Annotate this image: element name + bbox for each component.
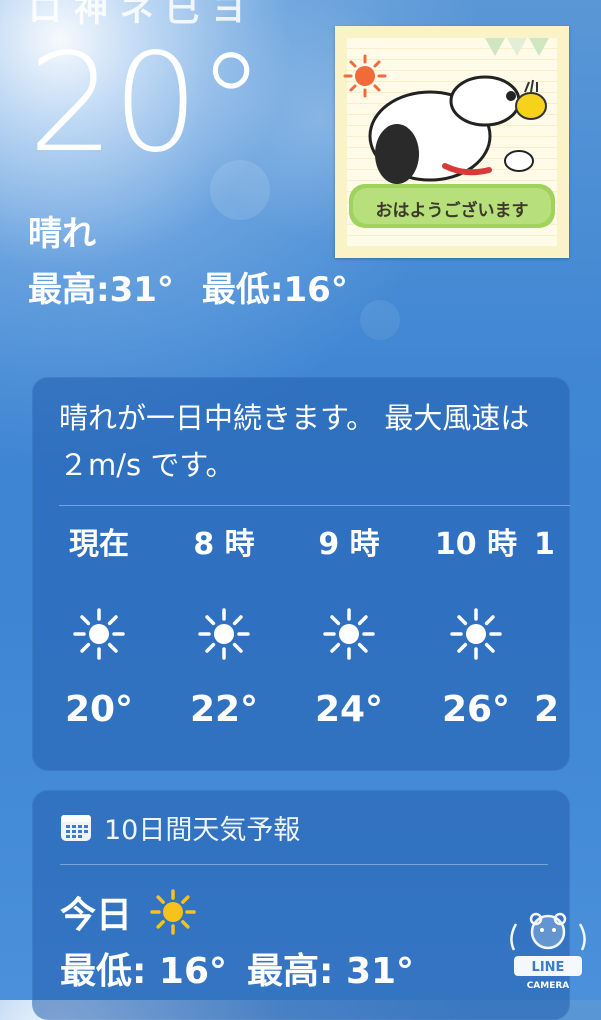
today-low: 最低: 16° <box>60 951 228 992</box>
sticker-greeting: おはようございます <box>375 201 529 221</box>
card-divider <box>59 505 570 506</box>
card-divider <box>60 864 548 865</box>
hour-temperature: 24° <box>314 689 384 730</box>
hour-column: 8 時 22° <box>169 525 279 730</box>
today-row[interactable]: 今日 <box>60 886 198 938</box>
hour-column: 10 時 26° <box>421 525 531 730</box>
ten-day-forecast-card[interactable]: 10日間天気予報 今日 最低: 16° 最高: 31° <box>32 790 570 1020</box>
calendar-icon <box>61 815 91 841</box>
hour-label: 8 時 <box>193 527 255 562</box>
high-temperature: 最高:31° <box>28 270 174 310</box>
today-range: 最低: 16° 最高: 31° <box>60 942 414 994</box>
hour-column-partial: 1 2 <box>534 525 570 730</box>
watermark-camera: CAMERA <box>527 981 570 991</box>
high-low-summary: 最高:31° 最低:16° <box>28 262 348 311</box>
hour-label: 9 時 <box>318 527 380 562</box>
sticker-illustration <box>343 38 555 228</box>
sun-icon <box>150 889 196 935</box>
hourly-forecast-card[interactable]: 晴れが一日中続きます。 最大風速は２m/s です。 現在 20° 8 時 22°… <box>32 377 570 771</box>
hour-label: 10 時 <box>434 527 518 562</box>
forecast-summary: 晴れが一日中続きます。 最大風速は２m/s です。 <box>59 401 530 482</box>
current-condition: 晴れ <box>28 214 96 254</box>
lens-flare <box>360 300 400 340</box>
sun-icon <box>450 608 502 660</box>
hour-column: 現在 20° <box>44 525 154 730</box>
sun-icon <box>73 608 125 660</box>
watermark-line: LINE <box>532 960 565 975</box>
low-temperature: 最低:16° <box>201 270 348 310</box>
today-label: 今日 <box>60 895 133 936</box>
hour-temperature: 2 <box>534 689 560 730</box>
line-camera-watermark: LINE CAMERA <box>510 912 586 991</box>
sun-icon <box>198 608 250 660</box>
current-temperature: 20° <box>28 25 265 183</box>
forecast-header: 10日間天気予報 <box>60 810 301 846</box>
snoopy-sticker: おはようございます <box>335 26 569 258</box>
hour-label: 現在 <box>69 527 129 562</box>
forecast-title: 10日間天気予報 <box>104 814 301 846</box>
sun-icon <box>323 608 375 660</box>
hour-column: 9 時 24° <box>294 525 404 730</box>
today-high: 最高: 31° <box>247 951 415 992</box>
hour-temperature: 26° <box>441 689 511 730</box>
hour-label: 1 <box>534 527 555 562</box>
hour-temperature: 20° <box>64 689 134 730</box>
hour-temperature: 22° <box>189 689 259 730</box>
